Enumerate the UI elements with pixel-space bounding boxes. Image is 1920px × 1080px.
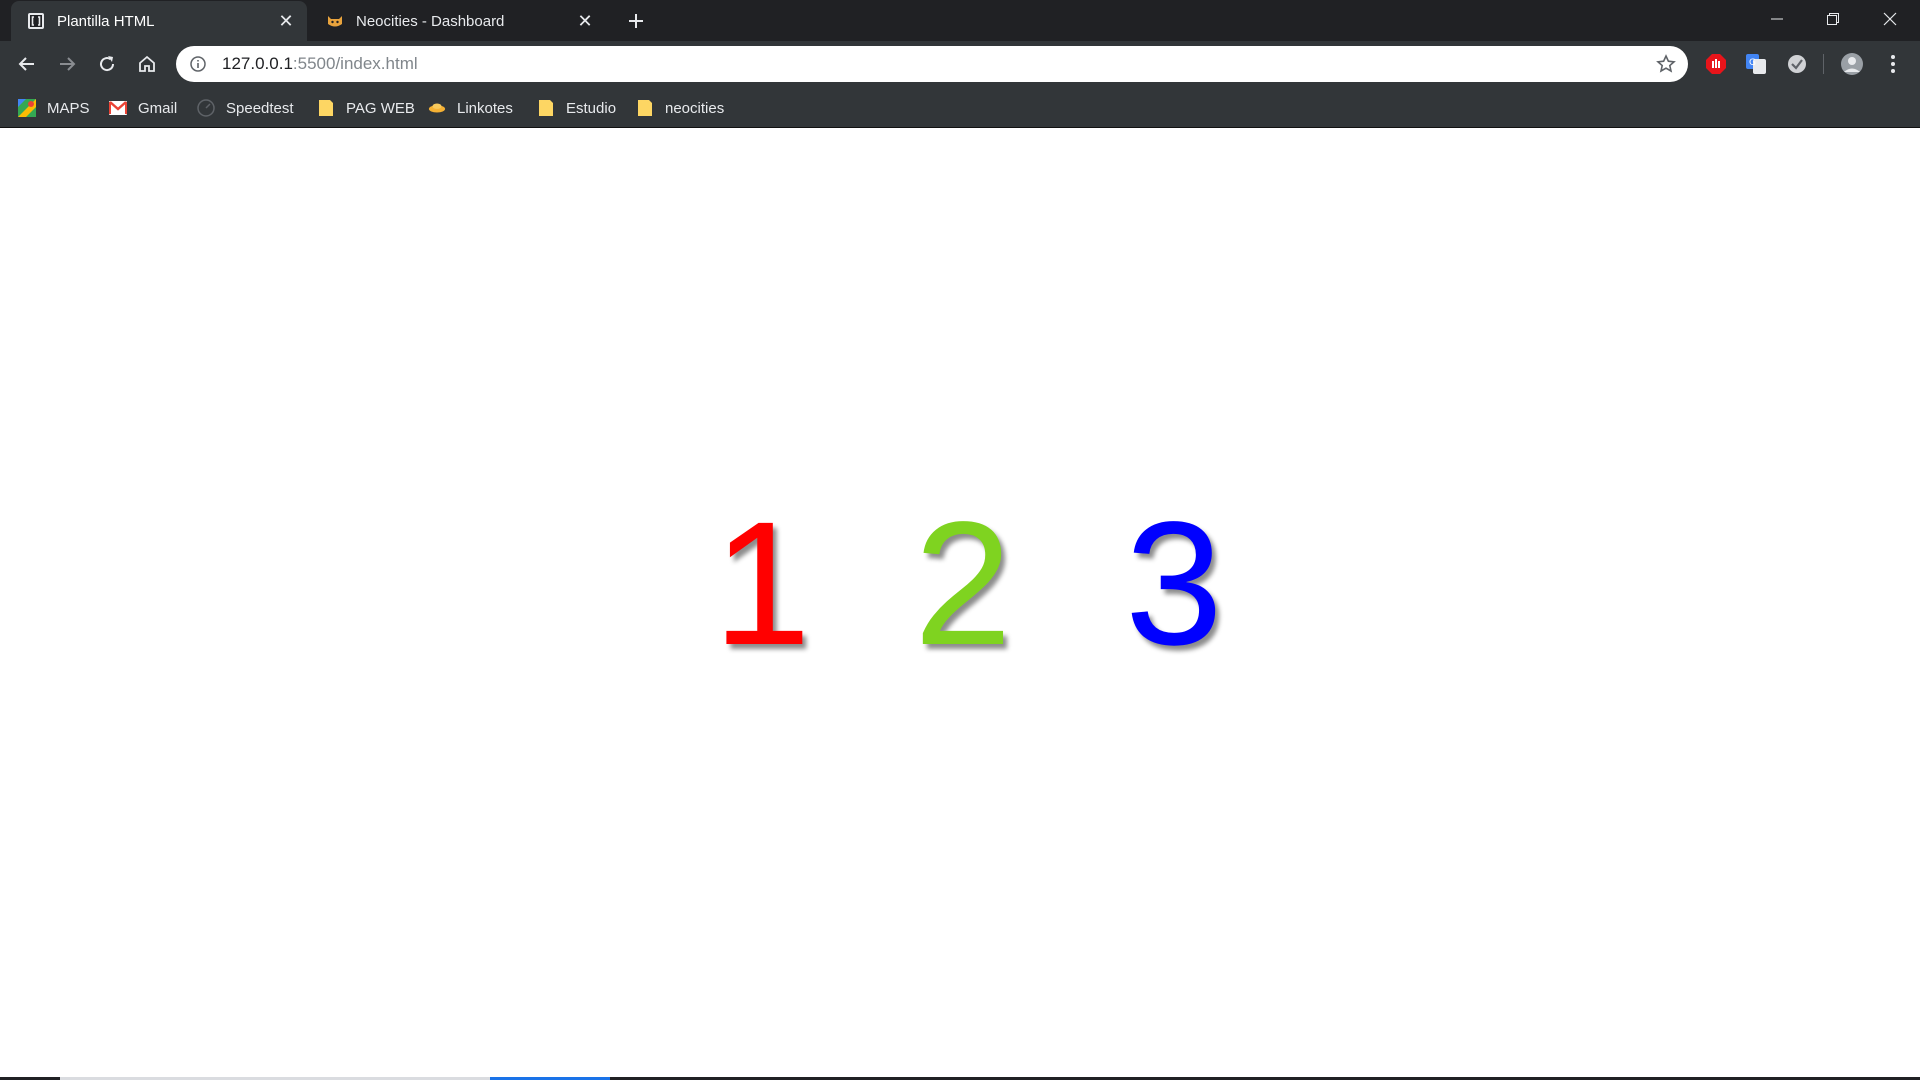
gmail-icon bbox=[109, 99, 127, 117]
home-icon bbox=[139, 55, 155, 72]
tab-strip: Plantilla HTML ✕ Neocities - Dashboard ✕ bbox=[0, 0, 1920, 41]
reload-button[interactable] bbox=[90, 47, 124, 81]
linkotes-icon bbox=[428, 99, 446, 117]
page-viewport: 1 2 3 bbox=[0, 128, 1920, 1080]
bookmark-label: Gmail bbox=[138, 99, 178, 117]
bookmark-label: Linkotes bbox=[457, 99, 513, 117]
bookmarks-bar: MAPS Gmail Speedtest PAG WEB Linkotes Es… bbox=[0, 87, 1920, 128]
folder-icon bbox=[636, 99, 654, 117]
google-maps-icon bbox=[18, 99, 36, 117]
extension-check-icon[interactable] bbox=[1785, 52, 1809, 76]
plus-icon bbox=[629, 14, 643, 28]
bookmark-neocities[interactable]: neocities bbox=[636, 95, 724, 121]
bookmark-label: MAPS bbox=[47, 99, 90, 117]
bookmark-pag-web[interactable]: PAG WEB bbox=[317, 95, 415, 121]
close-icon bbox=[1883, 12, 1897, 26]
adblock-icon[interactable] bbox=[1704, 52, 1728, 76]
bookmark-estudio[interactable]: Estudio bbox=[537, 95, 616, 121]
menu-kebab-icon[interactable] bbox=[1881, 52, 1905, 76]
bookmark-linkotes[interactable]: Linkotes bbox=[428, 95, 513, 121]
folder-icon bbox=[317, 99, 335, 117]
number-two: 2 bbox=[914, 486, 1012, 682]
bookmark-label: Speedtest bbox=[226, 99, 294, 117]
bookmark-speedtest[interactable]: Speedtest bbox=[197, 95, 294, 121]
neocities-cat-icon bbox=[326, 12, 344, 30]
bookmark-label: neocities bbox=[665, 99, 725, 117]
folder-icon bbox=[537, 99, 555, 117]
tab-title: Plantilla HTML bbox=[57, 12, 155, 30]
browser-toolbar: 127.0.0.1:5500/index.html G bbox=[0, 41, 1920, 87]
speedtest-icon bbox=[197, 99, 215, 117]
minimize-icon bbox=[1771, 18, 1783, 20]
info-icon[interactable] bbox=[188, 54, 208, 74]
forward-icon bbox=[60, 57, 76, 71]
tab-plantilla-html[interactable]: Plantilla HTML ✕ bbox=[11, 1, 307, 41]
back-icon bbox=[18, 57, 34, 71]
forward-button[interactable] bbox=[50, 47, 84, 81]
window-close-button[interactable] bbox=[1862, 0, 1918, 38]
bookmark-label: Estudio bbox=[566, 99, 617, 117]
tab-neocities-dashboard[interactable]: Neocities - Dashboard ✕ bbox=[310, 1, 606, 41]
reload-icon bbox=[100, 56, 115, 72]
minimize-button[interactable] bbox=[1749, 0, 1805, 38]
bookmark-maps[interactable]: MAPS bbox=[18, 95, 90, 121]
toolbar-divider bbox=[1823, 54, 1824, 74]
number-three: 3 bbox=[1125, 486, 1223, 682]
url-text: 127.0.0.1:5500/index.html bbox=[222, 54, 418, 73]
bookmark-gmail[interactable]: Gmail bbox=[109, 95, 177, 121]
profile-avatar-icon[interactable] bbox=[1840, 52, 1864, 76]
bookmark-star-icon[interactable] bbox=[1654, 52, 1678, 76]
address-bar[interactable]: 127.0.0.1:5500/index.html bbox=[176, 46, 1688, 82]
google-translate-icon[interactable]: G bbox=[1744, 52, 1768, 76]
close-icon[interactable]: ✕ bbox=[275, 10, 297, 32]
svg-text:G: G bbox=[1749, 58, 1756, 68]
restore-button[interactable] bbox=[1805, 0, 1861, 38]
brackets-icon bbox=[27, 12, 45, 30]
new-tab-button[interactable] bbox=[620, 6, 652, 36]
home-button[interactable] bbox=[130, 47, 164, 81]
close-icon[interactable]: ✕ bbox=[574, 10, 596, 32]
bookmark-label: PAG WEB bbox=[346, 99, 415, 117]
number-one: 1 bbox=[713, 486, 811, 682]
tab-title: Neocities - Dashboard bbox=[356, 12, 505, 30]
restore-icon bbox=[1827, 13, 1839, 25]
back-button[interactable] bbox=[10, 47, 44, 81]
